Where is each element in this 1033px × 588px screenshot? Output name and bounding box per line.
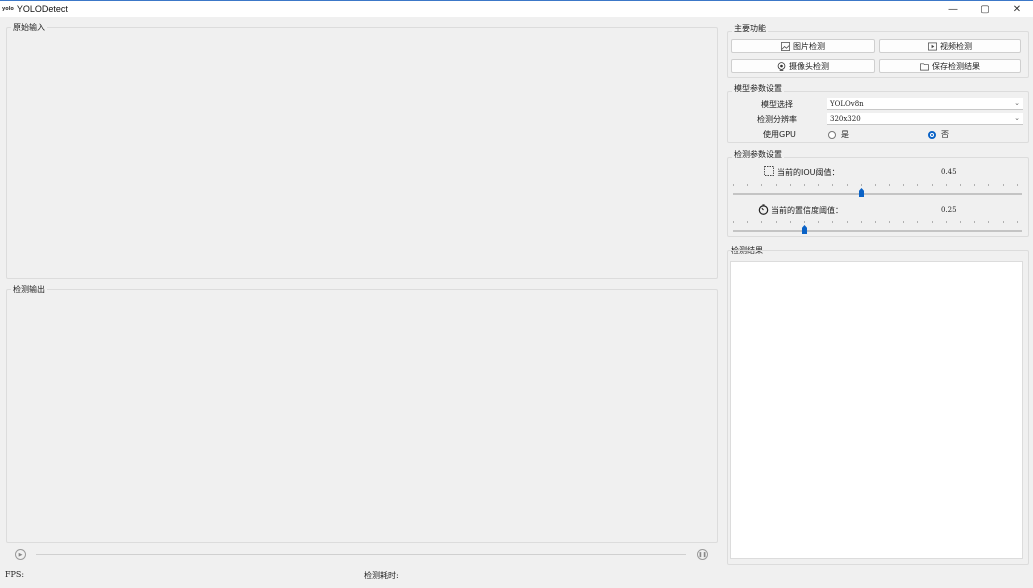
playback-progress-track[interactable]	[36, 554, 686, 555]
model-settings-title: 模型参数设置	[732, 83, 784, 94]
chevron-down-icon: ⌄	[1014, 99, 1020, 107]
save-results-label: 保存检测结果	[932, 61, 980, 71]
video-detect-label: 视频检测	[940, 41, 972, 51]
detect-params-title: 检测参数设置	[732, 149, 784, 160]
video-icon	[928, 42, 937, 50]
minimize-button[interactable]: —	[937, 1, 969, 17]
iou-icon	[764, 166, 774, 176]
confidence-slider[interactable]	[733, 230, 1022, 232]
gpu-no-label: 否	[941, 130, 949, 139]
iou-value: 0.45	[941, 168, 957, 176]
camera-detect-button[interactable]: 摄像头检测	[731, 59, 875, 73]
input-panel: 原始输入	[6, 22, 718, 279]
confidence-slider-ticks	[733, 221, 1018, 223]
gpu-yes-radio[interactable]: 是	[828, 129, 849, 140]
window-title: YOLODetect	[16, 4, 68, 14]
radio-button-icon	[828, 130, 836, 139]
image-detect-button[interactable]: 图片检测	[731, 39, 875, 53]
gpu-yes-label: 是	[841, 130, 849, 139]
resolution-label: 检测分辨率	[757, 115, 797, 124]
pause-icon[interactable]: ❚❚	[697, 549, 708, 560]
save-results-button[interactable]: 保存检测结果	[879, 59, 1021, 73]
restore-button[interactable]: ▢	[969, 1, 1001, 17]
gpu-no-radio[interactable]: 否	[928, 129, 949, 140]
gpu-label: 使用GPU	[763, 130, 796, 139]
video-detect-button[interactable]: 视频检测	[879, 39, 1021, 53]
resolution-select[interactable]: 320x320 ⌄	[827, 113, 1023, 125]
title-bar: yolo YOLODetect — ▢ ✕	[0, 0, 1033, 17]
confidence-value: 0.25	[941, 206, 957, 214]
model-select-label: 模型选择	[761, 100, 793, 109]
results-text-area[interactable]	[730, 261, 1023, 559]
close-button[interactable]: ✕	[1001, 1, 1033, 17]
image-icon	[781, 41, 790, 51]
play-icon[interactable]: ▶	[15, 549, 26, 560]
confidence-label: 当前的置信度阈值：	[771, 206, 843, 215]
output-panel-title: 检测输出	[11, 284, 47, 295]
iou-slider-ticks	[733, 184, 1018, 186]
main-functions-title: 主要功能	[732, 23, 768, 34]
iou-label: 当前的IOU阈值：	[777, 168, 840, 177]
model-select-value: YOLOv8n	[830, 99, 864, 108]
input-panel-title: 原始输入	[11, 22, 47, 33]
output-panel: 检测输出	[6, 284, 718, 543]
camera-detect-label: 摄像头检测	[789, 61, 829, 71]
chevron-down-icon: ⌄	[1014, 114, 1020, 122]
folder-icon	[920, 62, 929, 70]
iou-slider[interactable]	[733, 193, 1022, 195]
app-logo: yolo	[2, 6, 14, 12]
fps-label: FPS:	[5, 570, 25, 579]
radio-button-checked-icon	[928, 130, 936, 139]
detection-time-label: 检测耗时:	[364, 571, 399, 580]
timer-icon	[758, 204, 769, 215]
model-select[interactable]: YOLOv8n ⌄	[827, 98, 1023, 110]
camera-icon	[777, 61, 786, 71]
window-controls: — ▢ ✕	[937, 1, 1033, 17]
resolution-select-value: 320x320	[830, 114, 861, 123]
image-detect-label: 图片检测	[793, 41, 825, 51]
